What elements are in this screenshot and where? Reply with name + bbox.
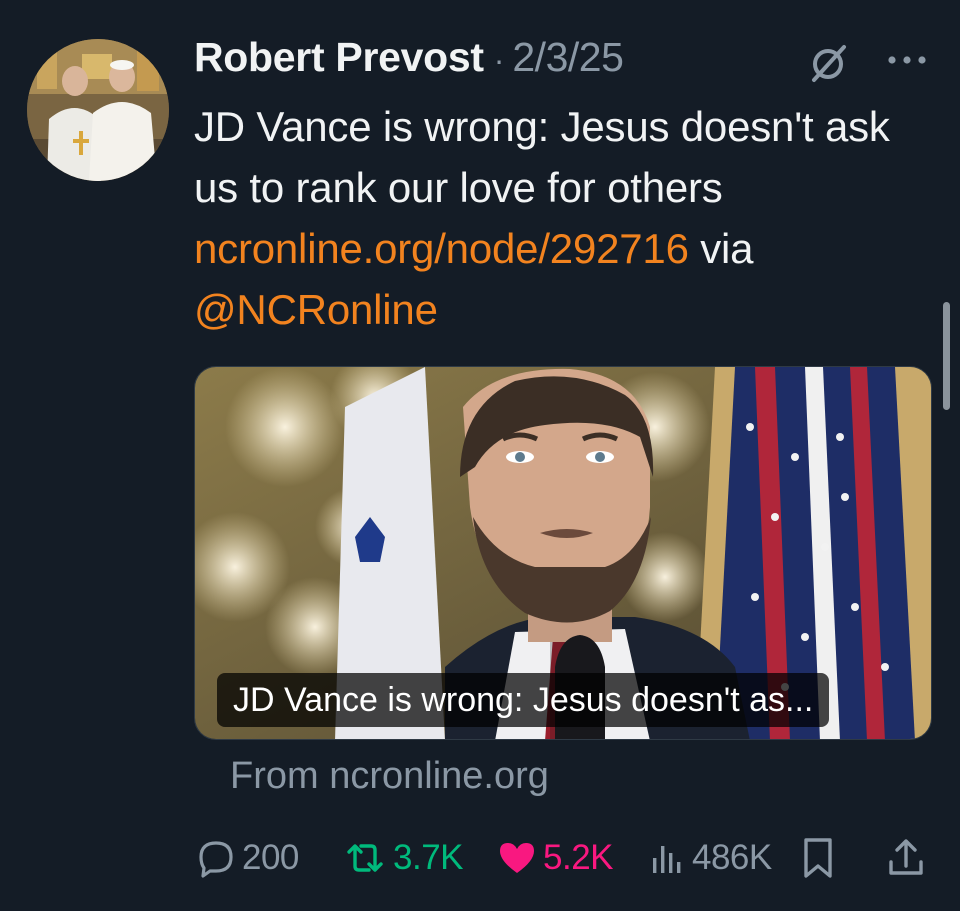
separator-dot: · xyxy=(493,42,505,78)
like-count: 5.2K xyxy=(543,838,614,877)
tweet-text: JD Vance is wrong: Jesus doesn't ask us … xyxy=(194,96,914,340)
tweet-header: Robert Prevost · 2/3/25 xyxy=(194,34,624,88)
article-link[interactable]: ncronline.org/node/292716 xyxy=(194,225,689,272)
views-button[interactable]: 486K xyxy=(650,832,772,884)
share-button[interactable] xyxy=(886,832,926,884)
repost-button[interactable]: 3.7K xyxy=(343,832,464,884)
grok-icon[interactable] xyxy=(806,40,852,86)
more-options-icon[interactable] xyxy=(884,40,930,86)
repost-icon xyxy=(347,844,383,872)
repost-count: 3.7K xyxy=(393,838,464,877)
avatar[interactable] xyxy=(27,39,169,181)
avatar-image xyxy=(27,39,169,181)
action-bar: 200 3.7K 5.2K 486K xyxy=(0,832,960,884)
tweet-date[interactable]: 2/3/25 xyxy=(512,34,624,81)
views-count: 486K xyxy=(692,838,772,877)
card-source[interactable]: From ncronline.org xyxy=(230,755,549,798)
bookmark-button[interactable] xyxy=(800,832,836,884)
card-caption: JD Vance is wrong: Jesus doesn't as... xyxy=(217,673,830,727)
reply-button[interactable]: 200 xyxy=(196,832,299,884)
reply-icon xyxy=(199,841,233,878)
share-icon xyxy=(889,839,923,875)
views-icon xyxy=(653,846,681,873)
link-preview-card[interactable]: JD Vance is wrong: Jesus doesn't as... xyxy=(194,366,932,740)
scrollbar[interactable] xyxy=(943,302,950,410)
via-text: via xyxy=(688,225,754,272)
author-name[interactable]: Robert Prevost xyxy=(194,34,484,81)
heart-icon xyxy=(500,843,534,873)
reply-count: 200 xyxy=(242,838,299,877)
like-button[interactable]: 5.2K xyxy=(497,832,614,884)
bookmark-icon xyxy=(804,838,832,878)
mention-link[interactable]: @NCRonline xyxy=(194,286,438,333)
tweet-body: JD Vance is wrong: Jesus doesn't ask us … xyxy=(194,103,890,211)
